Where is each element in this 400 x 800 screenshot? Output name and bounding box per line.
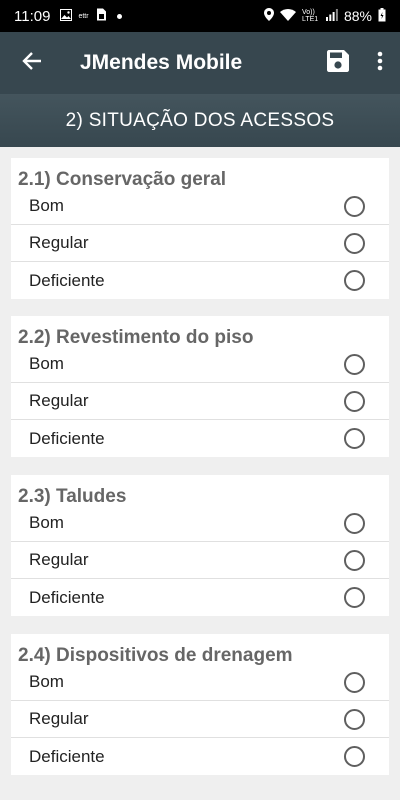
option-label: Bom (29, 354, 64, 373)
radio-button[interactable] (344, 428, 365, 449)
radio-button[interactable] (344, 353, 365, 375)
signal-icon (325, 8, 338, 24)
sim-icon (95, 8, 107, 24)
question-title: 2.3) Taludes (18, 486, 127, 507)
carrier-tag: ettr (78, 12, 89, 20)
option-label: Regular (29, 709, 89, 728)
location-icon (263, 8, 274, 24)
question-title: 2.4) Dispositivos de drenagem (18, 645, 293, 666)
question-card: 2.2) Revestimento do piso Bom Regular De… (11, 316, 389, 457)
section-header: 2) SITUAÇÃO DOS ACESSOS (0, 94, 400, 147)
option-deficiente[interactable]: Deficiente (11, 579, 389, 616)
option-regular[interactable]: Regular (11, 383, 389, 420)
image-icon (60, 8, 73, 24)
question-title: 2.2) Revestimento do piso (18, 327, 254, 348)
app-bar: JMendes Mobile (0, 32, 400, 94)
option-regular[interactable]: Regular (11, 225, 389, 262)
radio-button[interactable] (344, 270, 365, 291)
option-label: Regular (29, 233, 89, 252)
back-arrow-icon (22, 51, 42, 76)
radio-button[interactable] (344, 587, 365, 608)
question-card: 2.4) Dispositivos de drenagem Bom Regula… (11, 634, 389, 775)
option-label: Regular (29, 550, 89, 569)
network-type: Vo)) LTE1 (301, 9, 319, 23)
battery-percent: 88% (343, 8, 372, 24)
option-bom[interactable]: Bom (11, 664, 389, 701)
radio-button[interactable] (344, 512, 365, 534)
wifi-icon (279, 8, 296, 24)
save-icon (327, 49, 349, 77)
radio-button[interactable] (344, 671, 365, 693)
option-label: Deficiente (29, 270, 105, 290)
option-deficiente[interactable]: Deficiente (11, 420, 389, 457)
radio-button[interactable] (344, 708, 365, 730)
option-bom[interactable]: Bom (11, 505, 389, 542)
back-button[interactable] (0, 32, 64, 94)
option-bom[interactable]: Bom (11, 346, 389, 383)
option-label: Bom (29, 513, 64, 532)
option-label: Bom (29, 672, 64, 691)
radio-button[interactable] (344, 549, 365, 571)
question-card: 2.3) Taludes Bom Regular Deficiente (11, 475, 389, 616)
option-label: Regular (29, 391, 89, 410)
option-label: Deficiente (29, 428, 105, 448)
option-deficiente[interactable]: Deficiente (11, 738, 389, 775)
status-time: 11:09 (14, 7, 51, 25)
radio-button[interactable] (344, 390, 365, 412)
option-label: Deficiente (29, 587, 105, 607)
question-card: 2.1) Conservação geral Bom Regular Defic… (11, 158, 389, 299)
option-bom[interactable]: Bom (11, 188, 389, 225)
more-vert-icon (377, 51, 383, 76)
radio-button[interactable] (344, 195, 365, 217)
option-regular[interactable]: Regular (11, 542, 389, 579)
option-label: Deficiente (29, 746, 105, 766)
option-deficiente[interactable]: Deficiente (11, 262, 389, 299)
battery-icon (378, 7, 386, 25)
notification-dot (116, 13, 122, 19)
status-bar: 11:09 ettr Vo)) LTE1 88% (0, 0, 400, 32)
option-regular[interactable]: Regular (11, 701, 389, 738)
question-title: 2.1) Conservação geral (18, 169, 227, 190)
save-button[interactable] (316, 32, 360, 94)
radio-button[interactable] (344, 746, 365, 767)
more-options-button[interactable] (360, 32, 400, 94)
option-label: Bom (29, 196, 64, 215)
radio-button[interactable] (344, 232, 365, 254)
app-title: JMendes Mobile (80, 51, 243, 74)
